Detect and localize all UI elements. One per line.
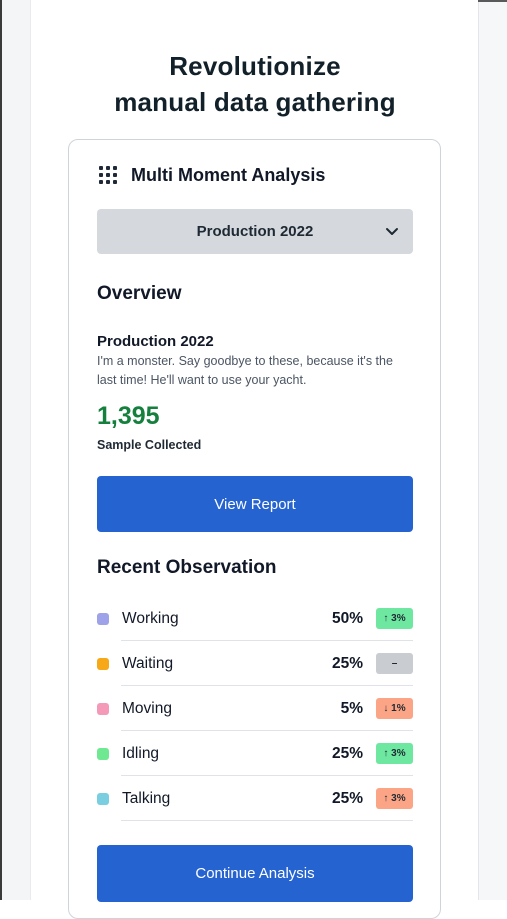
- trend-badge: ↑ 3%: [376, 608, 413, 629]
- observation-label: Moving: [122, 699, 172, 717]
- sample-label: Sample Collected: [97, 438, 202, 452]
- overview-title: Overview: [97, 283, 182, 304]
- window-edge: [0, 0, 2, 900]
- page-container: Revolutionize manual data gathering Mult…: [30, 0, 479, 919]
- project-name: Production 2022: [97, 333, 214, 350]
- category-color-dot: [97, 702, 109, 715]
- window-edge-line: [478, 0, 507, 2]
- observation-label: Working: [122, 609, 179, 627]
- trend-badge: ↓ 1%: [376, 698, 413, 719]
- category-color-dot: [97, 612, 109, 625]
- headline-line-2: manual data gathering: [114, 87, 396, 117]
- trend-badge: –: [376, 653, 413, 674]
- observation-percent: 5%: [340, 699, 363, 717]
- trend-badge: ↑ 3%: [376, 743, 413, 764]
- observation-percent: 50%: [331, 609, 363, 627]
- list-item[interactable]: Moving 5% ↓ 1%: [97, 686, 413, 731]
- headline-line-1: Revolutionize: [169, 51, 341, 81]
- sample-count: 1,395: [97, 402, 160, 430]
- observation-percent: 25%: [331, 654, 363, 672]
- trend-badge: ↑ 3%: [376, 788, 413, 809]
- observation-percent: 25%: [331, 744, 363, 762]
- observation-label: Talking: [122, 789, 171, 807]
- recent-observation-title: Recent Observation: [97, 557, 277, 578]
- continue-analysis-button[interactable]: Continue Analysis: [97, 845, 413, 902]
- list-item[interactable]: Waiting 25% –: [97, 641, 413, 686]
- project-select[interactable]: Production 2022: [97, 209, 413, 254]
- observation-label: Idling: [122, 744, 160, 762]
- card-title: Multi Moment Analysis: [131, 164, 326, 185]
- observation-list: Working 50% ↑ 3% Waiting 25% – Moving 5%…: [97, 596, 413, 821]
- observation-percent: 25%: [331, 789, 363, 807]
- observation-label: Waiting: [122, 654, 174, 672]
- category-color-dot: [97, 747, 109, 760]
- list-item[interactable]: Talking 25% ↑ 3%: [97, 776, 413, 821]
- card-header: Multi Moment Analysis: [99, 164, 325, 186]
- page-headline: Revolutionize manual data gathering: [31, 48, 479, 120]
- category-color-dot: [97, 792, 109, 805]
- view-report-button[interactable]: View Report: [97, 476, 413, 532]
- list-item[interactable]: Idling 25% ↑ 3%: [97, 731, 413, 776]
- window-side-panel: [478, 0, 507, 900]
- analysis-card: Multi Moment Analysis Production 2022 Ov…: [68, 139, 441, 919]
- project-description: I'm a monster. Say goodbye to these, bec…: [97, 354, 393, 387]
- grid-icon: [99, 166, 117, 184]
- list-item[interactable]: Working 50% ↑ 3%: [97, 596, 413, 641]
- project-select-value: Production 2022: [196, 223, 314, 240]
- category-color-dot: [97, 657, 109, 670]
- chevron-down-icon: [386, 228, 398, 235]
